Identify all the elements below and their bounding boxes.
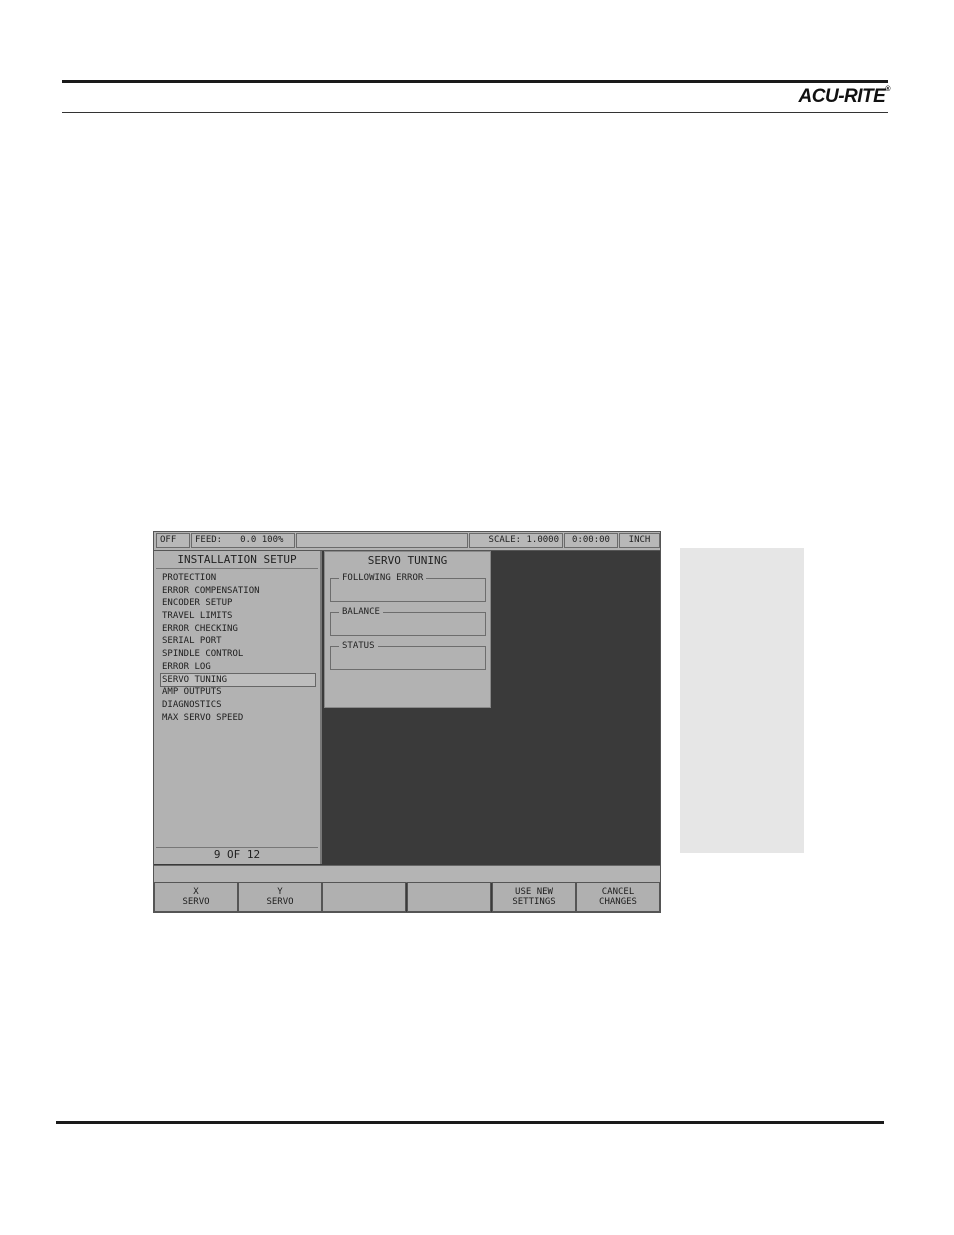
acu-rite-logo: ACU-RITE®: [798, 86, 891, 107]
softkey-line: USE NEW: [515, 887, 553, 897]
use-new-settings-softkey[interactable]: USE NEW SETTINGS: [492, 882, 576, 912]
softkey-line: SETTINGS: [512, 897, 556, 907]
menu-item-error-compensation[interactable]: ERROR COMPENSATION: [161, 585, 315, 598]
menu-item-encoder-setup[interactable]: ENCODER SETUP: [161, 597, 315, 610]
y-servo-softkey[interactable]: Y SERVO: [238, 882, 322, 912]
units-indicator: INCH: [619, 533, 660, 548]
softkey-line: SERVO: [182, 897, 210, 907]
blank-softkey-3[interactable]: [322, 882, 406, 912]
status-bar: OFF FEED: 0.0 100% SCALE: 1.0000 0:00:00 …: [154, 532, 660, 551]
menu-item-max-servo-speed[interactable]: MAX SERVO SPEED: [161, 712, 315, 725]
menu-item-protection[interactable]: PROTECTION: [161, 572, 315, 585]
feed-value: 0.0 100%: [240, 535, 284, 545]
menu-item-amp-outputs[interactable]: AMP OUTPUTS: [161, 686, 315, 699]
header-rule-thin: [62, 112, 888, 113]
dro-screen: OFF FEED: 0.0 100% SCALE: 1.0000 0:00:00 …: [153, 531, 661, 913]
menu-title: INSTALLATION SETUP: [177, 553, 297, 566]
menu-item-servo-tuning[interactable]: SERVO TUNING: [160, 672, 316, 688]
menu-page-counter: 9 OF 12: [156, 847, 318, 862]
softkey-line: Y: [277, 887, 283, 897]
balance-group: BALANCE: [330, 606, 486, 636]
softkey-line: SERVO: [266, 897, 294, 907]
following-error-label: FOLLOWING ERROR: [339, 572, 427, 584]
footer-rule: [56, 1121, 884, 1124]
installation-setup-panel: INSTALLATION SETUP PROTECTION ERROR COMP…: [154, 551, 322, 864]
x-servo-softkey[interactable]: X SERVO: [154, 882, 238, 912]
menu-title-divider: [156, 568, 318, 569]
menu-list: PROTECTION ERROR COMPENSATION ENCODER SE…: [160, 572, 316, 725]
scale-indicator: SCALE: 1.0000: [469, 533, 563, 548]
softkey-line: X: [193, 887, 199, 897]
following-error-group: FOLLOWING ERROR: [330, 572, 486, 602]
message-bar: [154, 865, 660, 883]
feed-label: FEED:: [195, 535, 223, 545]
side-note-box: [680, 548, 804, 853]
mode-indicator: OFF: [156, 533, 190, 548]
menu-item-spindle-control[interactable]: SPINDLE CONTROL: [161, 648, 315, 661]
servo-tuning-title: SERVO TUNING: [367, 554, 448, 567]
header-rule-thick: [62, 80, 888, 83]
feed-indicator: FEED: 0.0 100%: [191, 533, 295, 548]
softkey-line: CANCEL: [601, 887, 635, 897]
time-indicator: 0:00:00: [564, 533, 618, 548]
status-label: STATUS: [339, 640, 378, 652]
menu-item-error-checking[interactable]: ERROR CHECKING: [161, 623, 315, 636]
cancel-changes-softkey[interactable]: CANCEL CHANGES: [576, 882, 660, 912]
balance-label: BALANCE: [339, 606, 383, 618]
menu-item-travel-limits[interactable]: TRAVEL LIMITS: [161, 610, 315, 623]
status-group: STATUS: [330, 640, 486, 670]
softkey-bar: X SERVO Y SERVO USE NEW SETTINGS CANCEL …: [154, 882, 660, 912]
servo-tuning-panel: SERVO TUNING FOLLOWING ERROR BALANCE STA…: [324, 551, 491, 708]
menu-item-diagnostics[interactable]: DIAGNOSTICS: [161, 699, 315, 712]
softkey-line: CHANGES: [599, 897, 637, 907]
blank-softkey-4[interactable]: [407, 882, 491, 912]
menu-item-error-log[interactable]: ERROR LOG: [161, 661, 315, 674]
menu-item-serial-port[interactable]: SERIAL PORT: [161, 635, 315, 648]
status-spacer: [296, 533, 468, 548]
